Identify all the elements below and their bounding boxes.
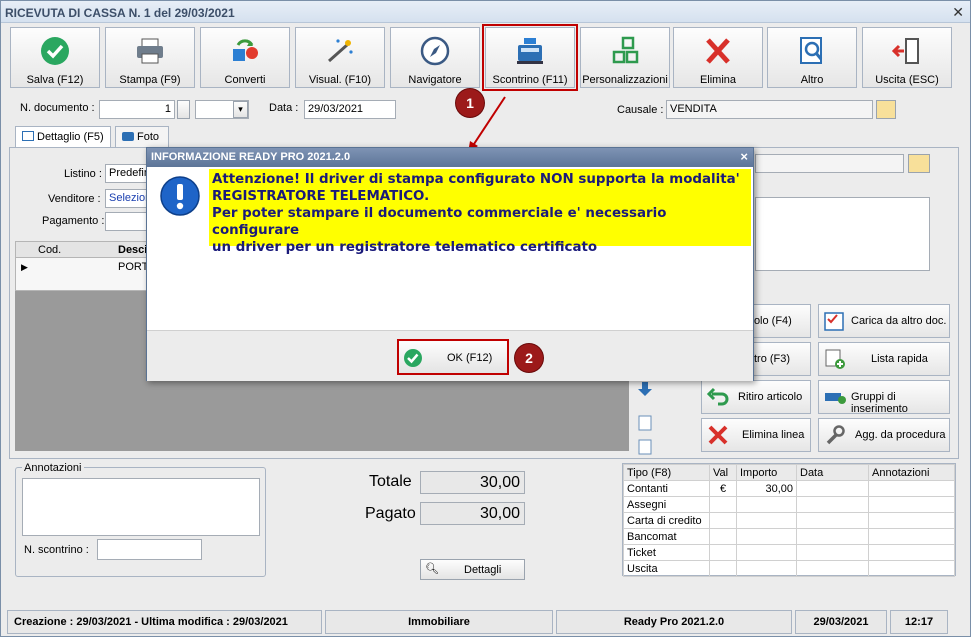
message-line: un driver per un registratore telematico… xyxy=(212,240,598,255)
dialog-message: Attenzione! Il driver di stampa configur… xyxy=(209,169,751,255)
dialog-close-button[interactable]: × xyxy=(740,149,748,164)
dialog-footer: OK (F12) xyxy=(147,330,753,381)
dialog-title: INFORMAZIONE READY PRO 2021.2.0 xyxy=(151,151,351,163)
info-dialog: INFORMAZIONE READY PRO 2021.2.0 × Attenz… xyxy=(146,147,754,381)
info-exclamation-icon xyxy=(160,176,200,216)
message-line: Attenzione! Il driver di stampa configur… xyxy=(212,172,740,187)
step-badge-1: 1 xyxy=(456,89,484,117)
dialog-titlebar: INFORMAZIONE READY PRO 2021.2.0 × xyxy=(147,148,753,167)
ok-button-label: OK (F12) xyxy=(447,352,493,364)
message-line: REGISTRATORE TELEMATICO. xyxy=(212,189,430,204)
step-badge-2: 2 xyxy=(515,344,543,372)
ok-button[interactable]: OK (F12) xyxy=(397,339,509,375)
message-line: Per poter stampare il documento commerci… xyxy=(212,206,667,238)
check-circle-icon xyxy=(404,349,422,367)
